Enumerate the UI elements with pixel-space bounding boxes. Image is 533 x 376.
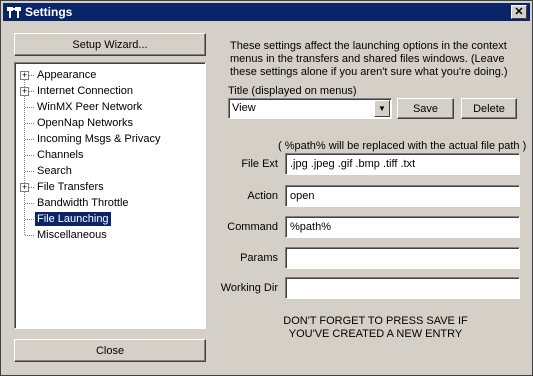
tree-branch-line [25,107,34,108]
title-label: Title (displayed on menus) [228,85,357,97]
field-input[interactable] [285,185,520,207]
tree-item[interactable]: Bandwidth Throttle [35,196,131,210]
window-title: Settings [25,5,73,19]
field-label: Command [227,221,278,233]
field-label: Working Dir [220,282,278,294]
field-input[interactable] [285,247,520,269]
title-bar: Settings ✕ [3,3,530,21]
tree-item[interactable]: Channels [35,148,85,162]
intro-line-1: These settings affect the launching opti… [230,40,507,52]
save-button[interactable]: Save [397,98,454,119]
field-input[interactable] [285,216,520,238]
field-input[interactable] [285,153,520,175]
tree-item[interactable]: WinMX Peer Network [35,100,144,114]
chevron-down-icon[interactable]: ▼ [374,100,390,117]
tree-item[interactable]: File Transfers [35,180,106,194]
tree-branch-line [25,139,34,140]
tree-item[interactable]: Internet Connection [35,84,135,98]
field-label: Params [240,252,278,264]
field-label: Action [247,190,278,202]
tree-branch-line [25,235,34,236]
tree-branch-line [25,219,34,220]
settings-window: Settings ✕ Setup Wizard... + Appearance + I… [0,0,533,376]
field-input[interactable] [285,277,520,299]
expand-icon[interactable]: + [20,183,29,192]
intro-line-3: these settings alone if you aren't sure … [230,66,508,78]
warning-line-2: YOU'VE CREATED A NEW ENTRY [288,328,463,340]
tree-item[interactable]: Miscellaneous [35,228,109,242]
title-dropdown-value: View [232,102,256,114]
tree-item[interactable]: Appearance [35,68,98,82]
expand-icon[interactable]: + [20,87,29,96]
tree-branch-line [25,155,34,156]
settings-tree[interactable]: + Appearance + Internet Connection WinMX Pee… [14,62,206,329]
tree-branch-line [25,203,34,204]
tree-item[interactable]: Search [35,164,74,178]
expand-icon[interactable]: + [20,71,29,80]
close-icon[interactable]: ✕ [511,5,527,19]
tree-branch-line [25,123,34,124]
tree-item[interactable]: OpenNap Networks [35,116,135,130]
close-button[interactable]: Close [14,339,206,362]
settings-app-icon [7,7,21,18]
delete-button[interactable]: Delete [461,98,517,119]
path-note: ( %path% will be replaced with the actua… [278,140,527,152]
tree-item[interactable]: Incoming Msgs & Privacy [35,132,162,146]
title-dropdown[interactable]: View ▼ [228,98,392,119]
tree-branch-line [25,171,34,172]
field-label: File Ext [241,158,278,170]
intro-line-2: menus in the transfers and shared files … [230,53,505,65]
setup-wizard-button[interactable]: Setup Wizard... [14,33,206,56]
tree-item[interactable]: File Launching [34,211,112,227]
warning-line-1: DON'T FORGET TO PRESS SAVE IF [283,315,468,327]
